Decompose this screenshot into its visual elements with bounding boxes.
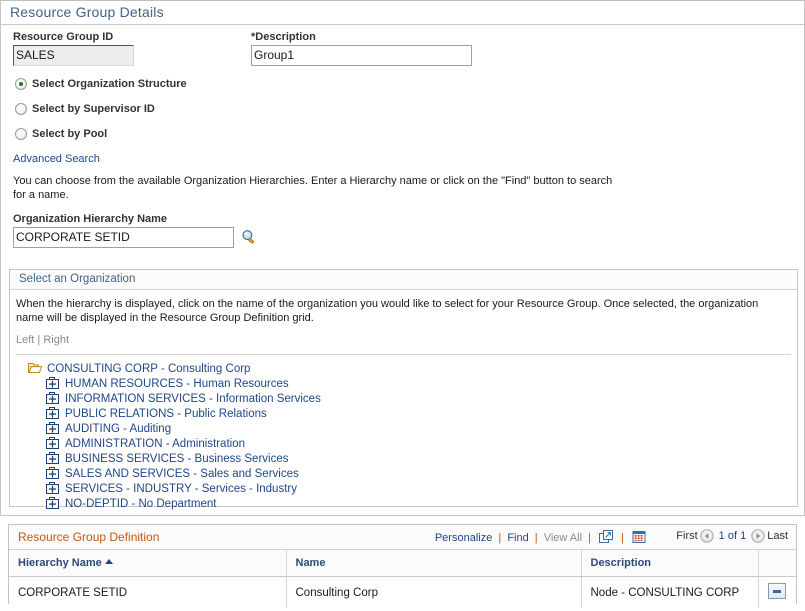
organization-hierarchy-name-field: Organization Hierarchy Name <box>1 202 804 248</box>
tree-node-child[interactable]: BUSINESS SERVICES - Business Services <box>10 451 797 466</box>
radio-icon-unselected[interactable] <box>15 103 27 115</box>
tree-node-label[interactable]: CONSULTING CORP - Consulting Corp <box>47 363 250 375</box>
advanced-search-link[interactable]: Advanced Search <box>13 153 100 165</box>
tree-node-label[interactable]: AUDITING - Auditing <box>65 423 171 435</box>
expand-node-icon[interactable] <box>46 422 60 435</box>
expand-node-icon[interactable] <box>46 482 60 495</box>
cell-description: Node - CONSULTING CORP <box>581 577 758 609</box>
tree-node-label[interactable]: INFORMATION SERVICES - Information Servi… <box>65 393 321 405</box>
next-arrow-icon[interactable] <box>751 529 765 543</box>
radio-label-supervisor-id: Select by Supervisor ID <box>32 103 155 115</box>
tree-node-child[interactable]: INFORMATION SERVICES - Information Servi… <box>10 391 797 406</box>
delete-row-icon[interactable] <box>768 583 786 599</box>
resource-group-details-panel: Resource Group Details Resource Group ID… <box>0 0 805 516</box>
tools-separator: | <box>621 532 624 544</box>
tree-node-label[interactable]: SERVICES - INDUSTRY - Services - Industr… <box>65 483 297 495</box>
tree-node-child[interactable]: PUBLIC RELATIONS - Public Relations <box>10 406 797 421</box>
expand-node-icon[interactable] <box>46 452 60 465</box>
radio-option-select-by-pool[interactable]: Select by Pool <box>1 121 804 146</box>
tree-node-label[interactable]: BUSINESS SERVICES - Business Services <box>65 453 288 465</box>
tree-node-child[interactable]: SALES AND SERVICES - Sales and Services <box>10 466 797 481</box>
identification-fields: Resource Group ID *Description <box>1 25 804 69</box>
tree-node-label[interactable]: HUMAN RESOURCES - Human Resources <box>65 378 289 390</box>
description-input[interactable] <box>251 45 472 66</box>
resource-group-details-page: Resource Group Details Resource Group ID… <box>0 0 805 611</box>
expand-window-icon[interactable] <box>599 530 613 544</box>
pager-count: 1 of 1 <box>719 530 747 542</box>
tree-node-child[interactable]: SERVICES - INDUSTRY - Services - Industr… <box>10 481 797 496</box>
hierarchy-instructions: You can choose from the available Organi… <box>1 165 625 202</box>
organization-tree: CONSULTING CORP - Consulting Corp HUMAN … <box>10 355 797 519</box>
column-header-hierarchy-name[interactable]: Hierarchy Name <box>9 550 286 577</box>
grid-header-bar: Resource Group Definition Personalize | … <box>9 525 796 550</box>
cell-name: Consulting Corp <box>286 577 581 609</box>
download-grid-icon[interactable] <box>632 530 646 544</box>
prev-arrow-icon[interactable] <box>700 529 714 543</box>
radio-label-org-structure: Select Organization Structure <box>32 78 187 90</box>
personalize-link[interactable]: Personalize <box>435 532 492 544</box>
definition-table: Hierarchy Name Name Description CORPORAT… <box>9 550 796 608</box>
magnifier-icon[interactable] <box>241 229 257 245</box>
radio-icon-selected[interactable] <box>15 78 27 90</box>
tree-node-child[interactable]: HUMAN RESOURCES - Human Resources <box>10 376 797 391</box>
description-field: *Description <box>251 31 472 66</box>
description-label: *Description <box>251 31 472 43</box>
description-label-text: Description <box>255 31 316 43</box>
radio-label-pool: Select by Pool <box>32 128 107 140</box>
resource-group-definition-grid: Resource Group Definition Personalize | … <box>8 524 797 604</box>
expand-node-icon[interactable] <box>46 497 60 510</box>
align-left-link[interactable]: Left <box>16 334 34 346</box>
resource-group-id-input[interactable] <box>13 45 134 66</box>
tree-node-child[interactable]: AUDITING - Auditing <box>10 421 797 436</box>
radio-option-select-organization-structure[interactable]: Select Organization Structure <box>1 71 804 96</box>
expand-node-icon[interactable] <box>46 437 60 450</box>
align-links: Left | Right <box>10 325 797 346</box>
cell-hierarchy-name: CORPORATE SETID <box>9 577 286 609</box>
tools-separator: | <box>535 532 538 544</box>
select-an-organization-panel: Select an Organization When the hierarch… <box>9 269 798 507</box>
sort-ascending-icon <box>105 559 113 564</box>
tree-node-label[interactable]: ADMINISTRATION - Administration <box>65 438 245 450</box>
resource-group-id-label: Resource Group ID <box>13 31 134 43</box>
tree-node-root[interactable]: CONSULTING CORP - Consulting Corp <box>10 361 797 376</box>
cell-actions <box>758 577 796 609</box>
tools-separator: | <box>498 532 501 544</box>
tree-node-label[interactable]: PUBLIC RELATIONS - Public Relations <box>65 408 267 420</box>
organization-hierarchy-name-input[interactable] <box>13 227 234 248</box>
grid-caption: Resource Group Definition <box>18 530 159 544</box>
tree-node-label[interactable]: NO-DEPTID - No Department <box>65 498 216 510</box>
open-folder-icon <box>28 362 42 375</box>
table-header-row: Hierarchy Name Name Description <box>9 550 796 577</box>
grid-pager: First 1 of 1 Last <box>676 529 788 543</box>
find-link[interactable]: Find <box>507 532 528 544</box>
table-row: CORPORATE SETID Consulting Corp Node - C… <box>9 577 796 609</box>
pager-last-label[interactable]: Last <box>767 530 788 542</box>
align-links-separator: | <box>37 334 40 346</box>
column-header-hierarchy-name-label: Hierarchy Name <box>18 557 102 569</box>
column-header-name[interactable]: Name <box>286 550 581 577</box>
view-all-link[interactable]: View All <box>544 532 582 544</box>
expand-node-icon[interactable] <box>46 467 60 480</box>
expand-node-icon[interactable] <box>46 392 60 405</box>
column-header-actions <box>758 550 796 577</box>
column-header-description[interactable]: Description <box>581 550 758 577</box>
expand-node-icon[interactable] <box>46 377 60 390</box>
organization-hierarchy-name-label: Organization Hierarchy Name <box>13 213 804 225</box>
tools-separator: | <box>588 532 591 544</box>
align-right-link[interactable]: Right <box>43 334 69 346</box>
tree-node-label[interactable]: SALES AND SERVICES - Sales and Services <box>65 468 299 480</box>
expand-node-icon[interactable] <box>46 407 60 420</box>
selection-mode-radio-group: Select Organization Structure Select by … <box>1 69 804 146</box>
resource-group-id-field: Resource Group ID <box>13 31 134 66</box>
tree-node-child[interactable]: NO-DEPTID - No Department <box>10 496 797 511</box>
select-an-organization-title: Select an Organization <box>10 270 797 290</box>
page-title: Resource Group Details <box>1 1 804 25</box>
grid-tools: Personalize | Find | View All | | <box>435 530 648 544</box>
pager-first-label[interactable]: First <box>676 530 697 542</box>
organization-instructions: When the hierarchy is displayed, click o… <box>10 290 798 325</box>
radio-option-select-by-supervisor-id[interactable]: Select by Supervisor ID <box>1 96 804 121</box>
tree-node-child[interactable]: ADMINISTRATION - Administration <box>10 436 797 451</box>
radio-icon-unselected-2[interactable] <box>15 128 27 140</box>
